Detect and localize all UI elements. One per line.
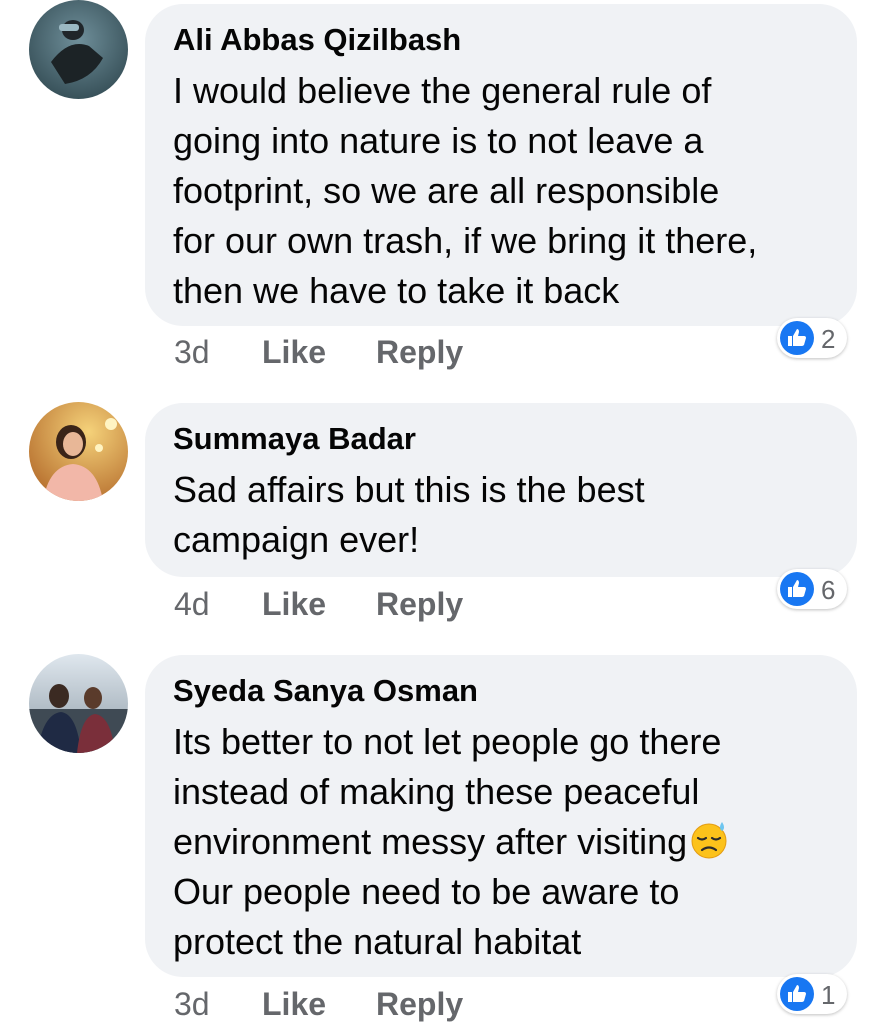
comment-text: I would believe the general rule of goin… [173,70,758,311]
comment-text-part: Our people need to be aware to protect t… [173,871,680,962]
comment-text: Its better to not let people go there in… [173,717,729,967]
comment-bubble: Syeda Sanya Osman Its better to not let … [145,655,857,977]
like-button[interactable]: Like [262,586,326,623]
comment-author[interactable]: Summaya Badar [173,421,416,457]
reaction-badge[interactable]: 1 [777,974,847,1014]
comment-text-part: Its better to not let people go there in… [173,721,722,862]
comment-bubble: Ali Abbas Qizilbash I would believe the … [145,4,857,326]
like-button[interactable]: Like [262,986,326,1023]
reaction-count: 1 [821,980,836,1010]
reply-button[interactable]: Reply [376,586,463,623]
comment: Syeda Sanya Osman Its better to not let … [0,652,887,1024]
reaction-count: 6 [821,575,836,605]
comment-age[interactable]: 4d [174,586,210,623]
comment-age[interactable]: 3d [174,986,210,1023]
downcast-face-with-sweat-icon [691,822,727,859]
reply-button[interactable]: Reply [376,986,463,1023]
reaction-count: 2 [821,324,836,354]
like-button[interactable]: Like [262,334,326,371]
reaction-badge[interactable]: 2 [777,318,847,358]
thumbs-up-icon [780,321,814,355]
comment-age[interactable]: 3d [174,334,210,371]
avatar[interactable] [29,654,128,753]
reply-button[interactable]: Reply [376,334,463,371]
avatar[interactable] [29,402,128,501]
comment-author[interactable]: Ali Abbas Qizilbash [173,22,461,58]
avatar[interactable] [29,0,128,99]
reaction-badge[interactable]: 6 [777,569,847,609]
thumbs-up-icon [780,977,814,1011]
comment-text: Sad affairs but this is the best campaig… [173,469,645,560]
comment: Summaya Badar Sad affairs but this is th… [0,400,887,630]
comment-author[interactable]: Syeda Sanya Osman [173,673,478,709]
thumbs-up-icon [780,572,814,606]
comment-bubble: Summaya Badar Sad affairs but this is th… [145,403,857,577]
comment: Ali Abbas Qizilbash I would believe the … [0,0,887,380]
